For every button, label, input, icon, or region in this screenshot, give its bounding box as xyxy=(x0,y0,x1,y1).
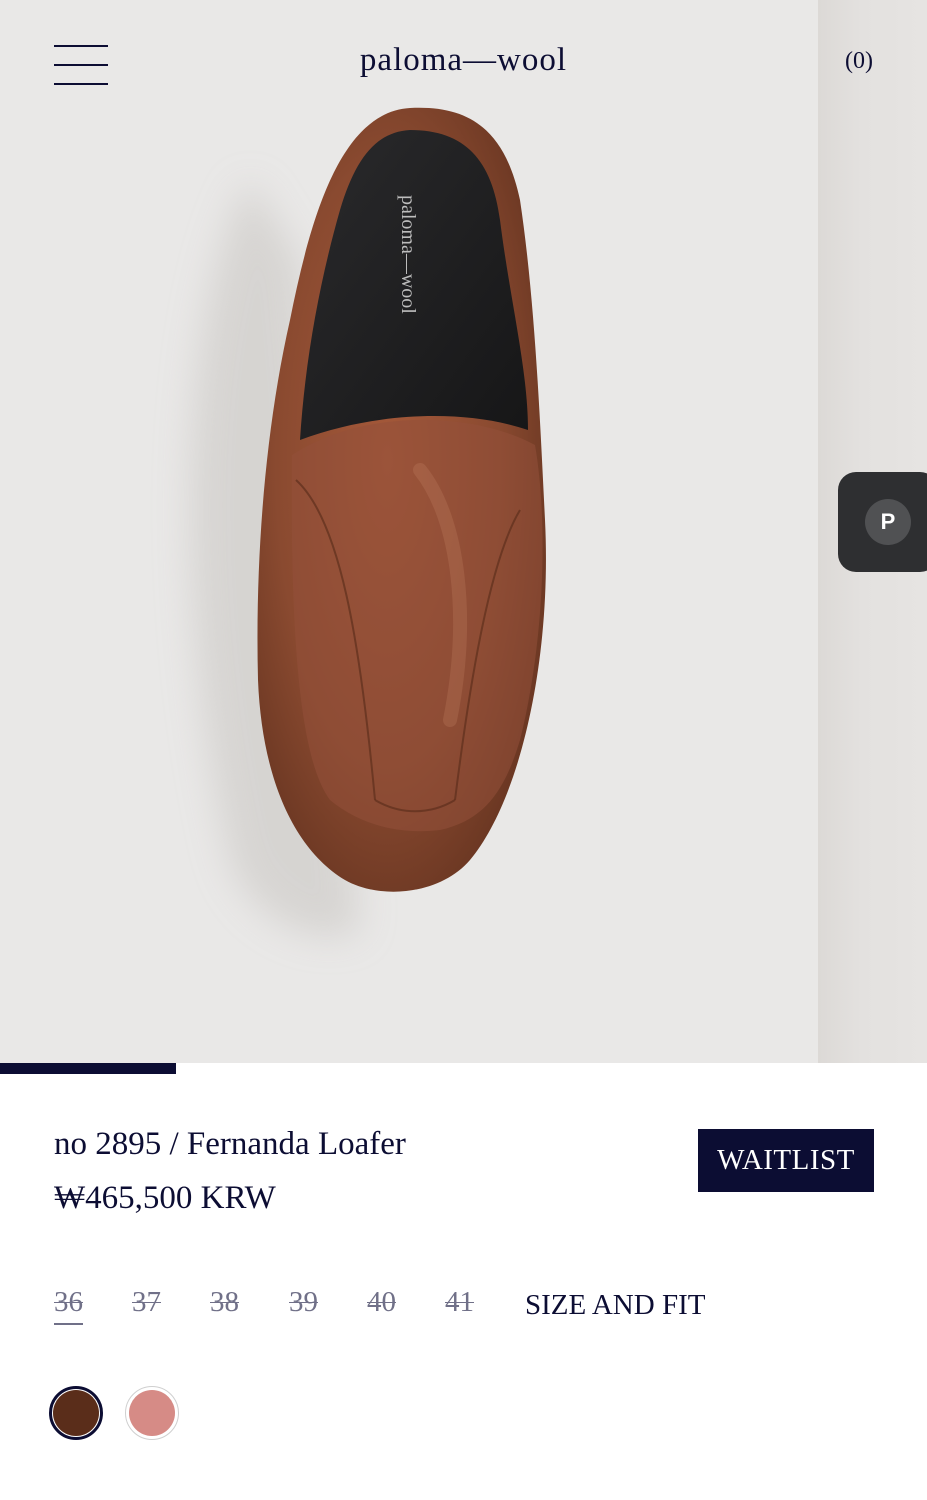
brand-logo[interactable]: paloma—wool xyxy=(0,42,927,79)
color-swatch-pink-fill xyxy=(129,1390,175,1436)
color-swatch-pink[interactable] xyxy=(125,1386,179,1440)
product-image-fernanda-loafer: paloma—wool xyxy=(190,107,546,937)
waitlist-button[interactable]: WAITLIST xyxy=(698,1129,874,1192)
color-swatch-brown[interactable] xyxy=(49,1386,103,1440)
gallery-progress-bar xyxy=(0,1063,927,1074)
product-price: ₩465,500 KRW xyxy=(54,1180,276,1216)
size-option[interactable]: 41 xyxy=(445,1286,474,1319)
product-title: no 2895 / Fernanda Loafer xyxy=(54,1126,406,1162)
size-option[interactable]: 40 xyxy=(367,1286,396,1319)
insole-logo: paloma—wool xyxy=(397,195,419,314)
size-and-fit-link[interactable]: SIZE AND FIT xyxy=(525,1289,705,1322)
floating-widget-button[interactable]: P xyxy=(838,472,927,572)
size-option[interactable]: 37 xyxy=(132,1286,161,1319)
cart-button[interactable]: (0) xyxy=(845,48,873,75)
widget-p-icon: P xyxy=(865,499,911,545)
size-option[interactable]: 38 xyxy=(210,1286,239,1319)
product-image-gallery[interactable]: paloma—wool paloma—wool (0) P xyxy=(0,0,927,1063)
size-option[interactable]: 39 xyxy=(289,1286,318,1319)
size-option[interactable]: 36 xyxy=(54,1286,83,1325)
gallery-progress-fill xyxy=(0,1063,177,1074)
color-swatch-brown-fill xyxy=(53,1390,99,1436)
